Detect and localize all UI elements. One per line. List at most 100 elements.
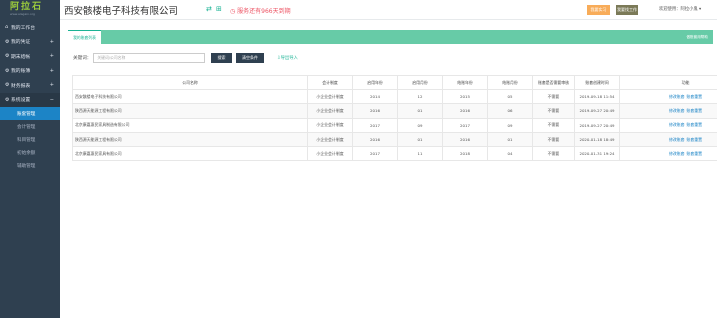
clear-button[interactable]: 清空条件 xyxy=(236,53,264,63)
cell-start-month: 01 xyxy=(397,131,443,148)
cell-close-month: 06 xyxy=(487,103,533,119)
reset-account-link[interactable]: 账套重置 xyxy=(687,122,703,127)
sidebar-subitem-1[interactable]: 会计管理 xyxy=(0,120,60,133)
company-title: 西安骸楼电子科技有限公司 xyxy=(64,6,179,17)
reset-account-link[interactable]: 账套重置 xyxy=(687,137,703,142)
add-company-icon[interactable]: ⊞ xyxy=(216,5,222,13)
table-row: 北京康嘉惠民家具制造有限公司 小企业会计制度 2017 09 2017 09 不需要 2019… xyxy=(72,117,717,133)
column-header: 账套是否需要审核 xyxy=(532,75,575,90)
edit-account-link[interactable]: 修改账套 xyxy=(669,122,685,127)
cell-close-month: 09 xyxy=(487,117,533,133)
cell-created: 2019-09-27 20:49 xyxy=(574,117,620,133)
cell-close-month: 01 xyxy=(487,131,533,148)
cell-actions: 修改账套 账套重置 xyxy=(619,146,717,162)
account-table: 公司名称 会计制度 启用年份 启用月份 结账年份 结账月份 账套是否需要审核 账套创建时间 功能… xyxy=(72,75,717,162)
reset-account-link[interactable]: 账套重置 xyxy=(687,151,703,156)
logo-subtext: www.alagain.org xyxy=(10,12,35,16)
cell-name: 西安骸楼电子科技有限公司 xyxy=(72,88,308,105)
sidebar-item-1[interactable]: ⚙ 我的凭证 + xyxy=(0,35,60,50)
expand-icon: + xyxy=(49,82,54,89)
cell-audit: 不需要 xyxy=(532,103,575,119)
cell-actions: 修改账套 账套重置 xyxy=(619,131,717,148)
cell-system: 小企业会计制度 xyxy=(307,131,353,148)
search-label: 关键词： xyxy=(73,55,92,61)
expand-icon: + xyxy=(49,67,54,74)
cell-close-month: 04 xyxy=(487,146,533,162)
sidebar-subitem-3[interactable]: 初始余额 xyxy=(0,146,60,159)
cell-close-year: 2018 xyxy=(442,146,488,162)
sidebar-item-4[interactable]: ⚙ 财务报表 + xyxy=(0,78,60,93)
sidebar-item-2[interactable]: ⚙ 期末结帐 + xyxy=(0,49,60,64)
cell-start-month: 01 xyxy=(397,103,443,119)
sidebar-subitem-0[interactable]: 账套管理 xyxy=(0,107,60,120)
sidebar-item-label: 我的凭证 xyxy=(11,40,31,46)
column-header: 账套创建时间 xyxy=(574,75,620,90)
sidebar-item-0[interactable]: ⌂ 我的工作台 xyxy=(0,20,60,35)
cell-system: 小企业会计制度 xyxy=(307,103,353,119)
cell-actions: 修改账套 账套重置 xyxy=(619,117,717,133)
help-link[interactable]: 做账套用帮助 xyxy=(686,35,708,40)
reset-account-link[interactable]: 账套重置 xyxy=(687,108,703,113)
cell-start-month: 12 xyxy=(397,88,443,105)
cell-audit: 不需要 xyxy=(532,117,575,133)
search-input[interactable]: 关键词/公司名称 xyxy=(93,52,206,63)
column-header: 功能 xyxy=(619,75,717,90)
cell-audit: 不需要 xyxy=(532,131,575,148)
cell-system: 小企业会计制度 xyxy=(307,146,353,162)
sidebar-item-label: 期末结帐 xyxy=(11,54,31,60)
table-row: 北京康嘉惠民家具有限公司 小企业会计制度 2017 11 2018 04 不需要 2020-0… xyxy=(72,146,717,162)
cell-name: 北京康嘉惠民家具有限公司 xyxy=(72,146,308,162)
sidebar-item-label: 我的账簿 xyxy=(11,69,31,75)
cell-start-month: 11 xyxy=(397,146,443,162)
sidebar-item-label: 我的工作台 xyxy=(11,25,35,31)
clock-icon: ◷ xyxy=(230,8,236,15)
column-header: 公司名称 xyxy=(72,75,308,90)
table-row: 陕西源天能源工程有限公司 小企业会计制度 2016 01 2016 06 不需要 2019-0… xyxy=(72,103,717,119)
edit-account-link[interactable]: 修改账套 xyxy=(669,151,685,156)
cell-close-year: 2016 xyxy=(442,131,488,148)
switch-company-icon[interactable]: ⇄ xyxy=(206,5,212,13)
cell-close-year: 2015 xyxy=(442,88,488,105)
logo[interactable]: 阿拉石 www.alagain.org xyxy=(0,0,60,20)
user-menu[interactable]: 欢迎使用：阿拉小鬼 ▾ xyxy=(659,6,701,12)
internship-button[interactable]: 我要实习 xyxy=(587,5,610,15)
tab-account-list[interactable]: 我的账套列表 xyxy=(68,30,101,44)
edit-account-link[interactable]: 修改账套 xyxy=(669,137,685,142)
cell-close-month: 05 xyxy=(487,88,533,105)
cell-actions: 修改账套 账套重置 xyxy=(619,88,717,105)
sidebar-item-3[interactable]: ⚙ 我的账簿 + xyxy=(0,64,60,79)
sidebar-subitem-4[interactable]: 辅助管理 xyxy=(0,159,60,172)
cell-name: 陕西源天能源工程有限公司 xyxy=(72,103,308,119)
logo-text: 阿拉石 xyxy=(10,2,44,12)
cell-created: 2020-01-31 19:24 xyxy=(574,146,620,162)
edit-account-link[interactable]: 修改账套 xyxy=(669,108,685,113)
table-row: 陕西源天能源工程有限公司 小企业会计制度 2016 01 2016 01 不需要 2020-0… xyxy=(72,131,717,148)
search-row: 关键词： 关键词/公司名称 xyxy=(73,52,206,63)
sidebar: 阿拉石 www.alagain.org ⌂ 我的工作台 ⚙ 我的凭证 + ⚙ 期末结帐 + ⚙ 我… xyxy=(0,0,60,318)
top-bar: 西安骸楼电子科技有限公司 ⇄ ⊞ ◷ 服务还有966天到期 我要实习 我要找工作… xyxy=(60,0,717,20)
cell-start-month: 09 xyxy=(397,117,443,133)
find-job-button[interactable]: 我要找工作 xyxy=(616,5,638,15)
edit-account-link[interactable]: 修改账套 xyxy=(669,94,685,99)
expand-icon: + xyxy=(49,53,54,60)
table-header-row: 公司名称 会计制度 启用年份 启用月份 结账年份 结账月份 账套是否需要审核 账套创建时间 功能 xyxy=(72,75,717,90)
sidebar-item-5[interactable]: ⚙ 系统设置 − xyxy=(0,92,60,107)
column-header: 结账年份 xyxy=(442,75,488,90)
cell-actions: 修改账套 账套重置 xyxy=(619,103,717,119)
warning-text: 服务还有966天到期 xyxy=(237,8,291,15)
search-button[interactable]: 搜索 xyxy=(211,53,232,63)
cell-start-year: 2016 xyxy=(352,103,398,119)
collapse-icon: − xyxy=(49,96,54,103)
column-header: 启用月份 xyxy=(397,75,443,90)
sidebar-item-label: 系统设置 xyxy=(11,98,31,104)
cell-created: 2020-01-18 18:49 xyxy=(574,131,620,148)
panel-header: 我的账套列表 做账套用帮助 xyxy=(68,30,713,44)
cell-start-year: 2014 xyxy=(352,88,398,105)
reset-account-link[interactable]: 账套重置 xyxy=(687,94,703,99)
cell-start-year: 2016 xyxy=(352,131,398,148)
cell-audit: 不需要 xyxy=(532,88,575,105)
sidebar-subitem-2[interactable]: 科目管理 xyxy=(0,133,60,146)
cell-start-year: 2017 xyxy=(352,146,398,162)
import-link[interactable]: ⇩导出导入 xyxy=(277,55,298,61)
column-header: 结账月份 xyxy=(487,75,533,90)
